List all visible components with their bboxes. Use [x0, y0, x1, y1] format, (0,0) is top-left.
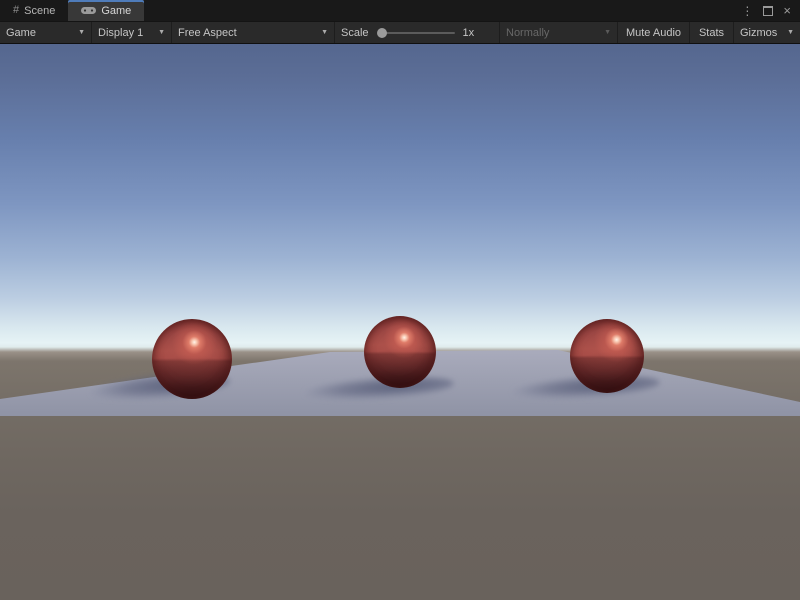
display-dropdown[interactable]: Display 1 ▼	[92, 22, 172, 43]
scale-slider[interactable]	[377, 27, 455, 39]
game-view-dropdown[interactable]: Game ▼	[0, 22, 92, 43]
red-sphere	[570, 319, 644, 393]
mute-audio-button[interactable]: Mute Audio	[618, 22, 690, 43]
unity-game-view-window: # Scene Game ⋮ × Game ▼ Display 1	[0, 0, 800, 600]
stats-button[interactable]: Stats	[690, 22, 734, 43]
red-sphere	[364, 316, 436, 388]
scale-slider-track[interactable]	[381, 32, 455, 34]
aspect-ratio-dropdown-label: Free Aspect	[178, 27, 237, 39]
grid-icon: #	[13, 5, 19, 16]
red-sphere	[152, 319, 232, 399]
tab-scene-label: Scene	[24, 5, 55, 17]
tab-bar: # Scene Game ⋮ ×	[0, 0, 800, 21]
gizmos-dropdown-label: Gizmos	[740, 27, 777, 39]
aspect-ratio-dropdown[interactable]: Free Aspect ▼	[172, 22, 335, 43]
mute-audio-label: Mute Audio	[626, 27, 681, 39]
display-dropdown-label: Display 1	[98, 27, 143, 39]
maximize-icon[interactable]	[763, 6, 773, 16]
window-controls: ⋮ ×	[741, 0, 800, 21]
chevron-down-icon: ▼	[787, 29, 794, 36]
game-view-dropdown-label: Game	[6, 27, 36, 39]
chevron-down-icon: ▼	[321, 29, 328, 36]
game-view-toolbar: Game ▼ Display 1 ▼ Free Aspect ▼ Scale 1…	[0, 21, 800, 44]
tab-game-label: Game	[101, 5, 131, 17]
play-mode-dropdown-label: Normally	[506, 27, 549, 39]
scale-control: Scale 1x	[335, 22, 500, 43]
scale-label: Scale	[341, 27, 369, 39]
play-mode-dropdown: Normally ▼	[500, 22, 618, 43]
stats-label: Stats	[699, 27, 724, 39]
chevron-down-icon: ▼	[78, 29, 85, 36]
close-icon[interactable]: ×	[783, 4, 791, 17]
chevron-down-icon: ▼	[604, 29, 611, 36]
scale-slider-thumb[interactable]	[377, 28, 387, 38]
tab-game[interactable]: Game	[68, 0, 144, 21]
game-render-viewport[interactable]	[0, 44, 800, 600]
gamepad-icon	[81, 6, 96, 15]
kebab-menu-icon[interactable]: ⋮	[741, 5, 753, 17]
scale-value: 1x	[463, 27, 475, 39]
gizmos-dropdown[interactable]: Gizmos ▼	[734, 22, 800, 43]
chevron-down-icon: ▼	[158, 29, 165, 36]
tab-scene[interactable]: # Scene	[0, 0, 68, 21]
